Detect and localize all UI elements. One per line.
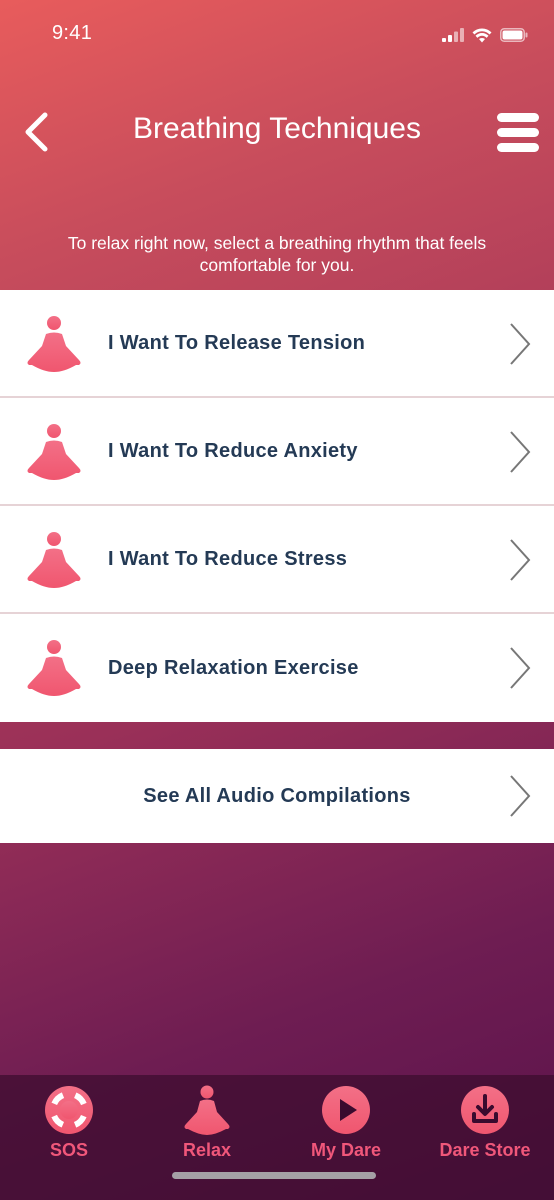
list-item-reduce-anxiety[interactable]: I Want To Reduce Anxiety: [0, 398, 554, 506]
see-all-audio-button[interactable]: See All Audio Compilations: [0, 749, 554, 843]
tab-label: Dare Store: [439, 1140, 531, 1160]
hamburger-icon-bar: [497, 112, 539, 122]
header: Breathing Techniques: [0, 90, 554, 174]
list-item-reduce-stress[interactable]: I Want To Reduce Stress: [0, 506, 554, 614]
tab-my-dare[interactable]: My Dare: [277, 1085, 415, 1165]
meditation-icon: [27, 316, 81, 372]
technique-list: I Want To Release Tension I Want To Redu…: [0, 290, 554, 722]
list-item-label: I Want To Reduce Anxiety: [108, 439, 358, 462]
menu-button[interactable]: [494, 108, 542, 156]
wifi-icon: [472, 27, 492, 42]
list-item-deep-relaxation[interactable]: Deep Relaxation Exercise: [0, 614, 554, 722]
play-icon: [322, 1086, 370, 1134]
meditation-icon: [27, 532, 81, 588]
home-indicator[interactable]: [172, 1172, 376, 1179]
chevron-right-icon: [510, 775, 531, 817]
list-item-label: I Want To Reduce Stress: [108, 547, 348, 570]
list-item-label: Deep Relaxation Exercise: [108, 656, 359, 679]
meditation-icon: [27, 424, 81, 480]
list-item-release-tension[interactable]: I Want To Release Tension: [0, 290, 554, 398]
status-time: 9:41: [52, 22, 93, 44]
battery-icon: [500, 28, 528, 42]
download-icon: [461, 1086, 509, 1134]
signal-icon: [442, 28, 464, 42]
see-all-audio-label: See All Audio Compilations: [143, 784, 411, 807]
status-icons: [442, 26, 528, 44]
meditation-icon: [184, 1085, 230, 1135]
tab-label: My Dare: [310, 1140, 382, 1160]
hamburger-icon-bar: [497, 142, 539, 152]
list-item-label: I Want To Release Tension: [108, 331, 366, 354]
chevron-right-icon: [510, 539, 531, 581]
tab-sos[interactable]: SOS: [0, 1085, 138, 1165]
tab-dare-store[interactable]: Dare Store: [416, 1085, 554, 1165]
tab-relax[interactable]: Relax: [138, 1085, 276, 1165]
page-title: Breathing Techniques: [133, 112, 421, 145]
tab-label: Relax: [182, 1140, 232, 1160]
subtitle: To relax right now, select a breathing r…: [67, 233, 487, 275]
meditation-icon: [27, 640, 81, 696]
chevron-right-icon: [510, 323, 531, 365]
status-bar: 9:41: [0, 0, 554, 70]
hamburger-icon-bar: [497, 127, 539, 137]
chevron-right-icon: [510, 431, 531, 473]
lifebuoy-icon: [45, 1086, 93, 1134]
tab-bar: SOS Relax My Dare Dare Store: [0, 1075, 554, 1200]
chevron-right-icon: [510, 647, 531, 689]
tab-label: SOS: [49, 1140, 88, 1160]
